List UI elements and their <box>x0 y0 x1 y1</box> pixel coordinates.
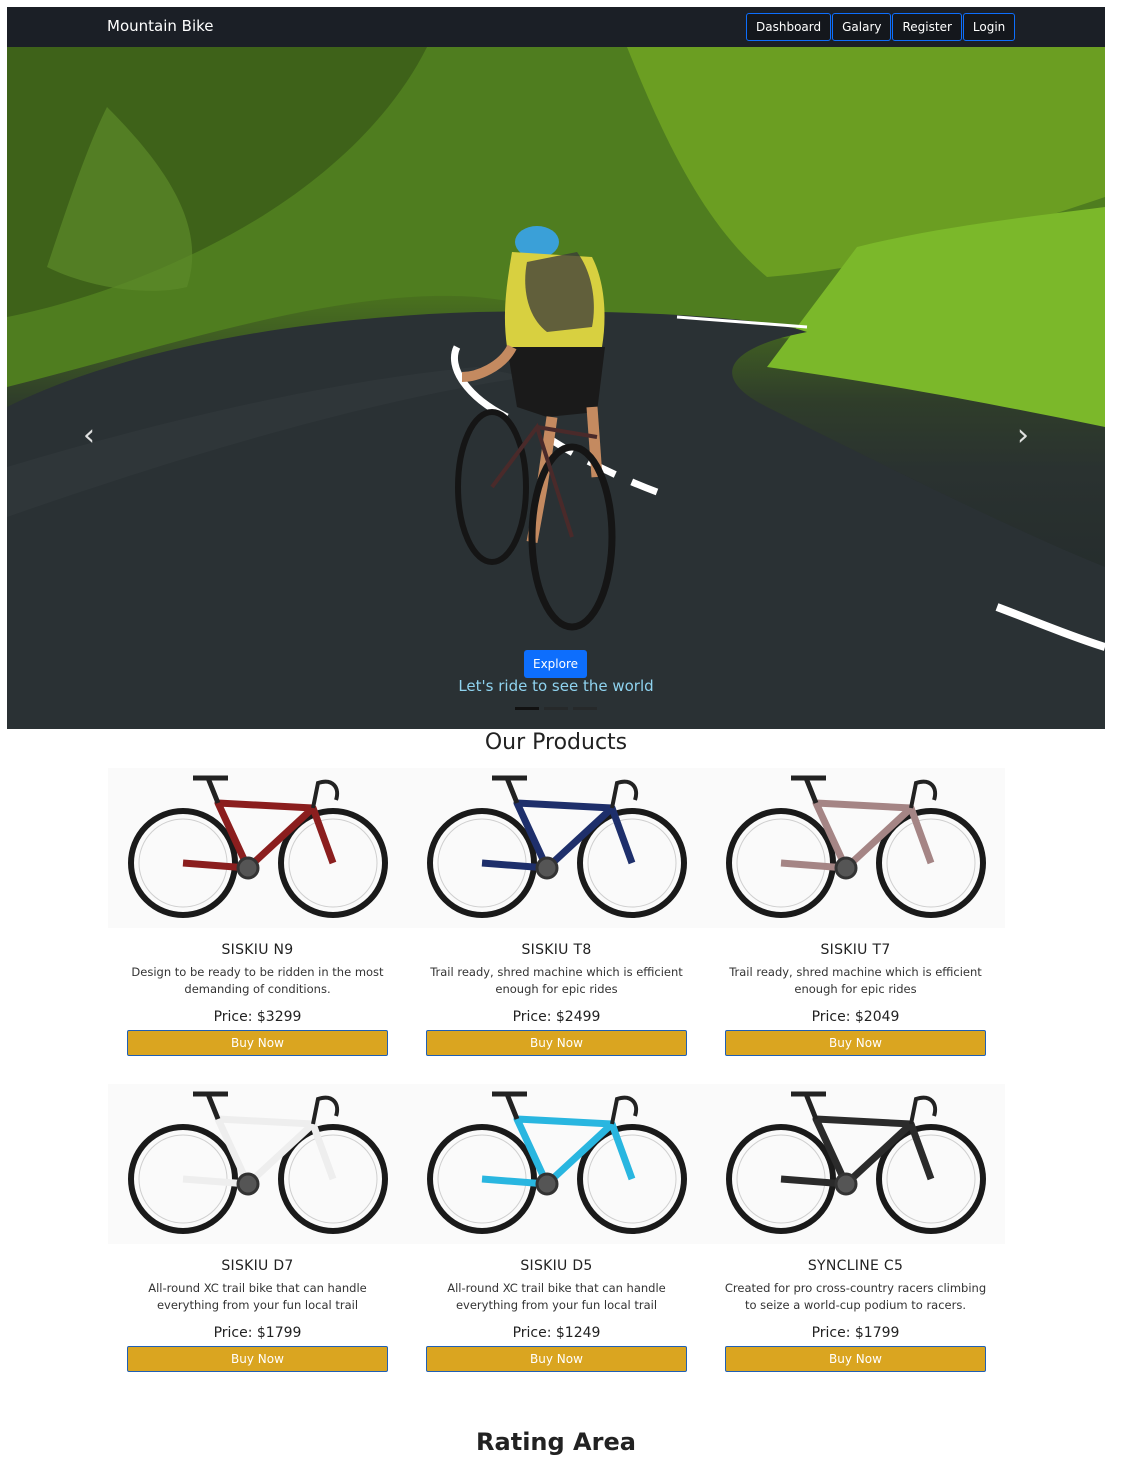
product-price: Price: $1799 <box>811 1325 900 1341</box>
buy-now-button[interactable]: Buy Now <box>127 1346 388 1372</box>
product-bike-image[interactable] <box>706 1084 1005 1244</box>
buy-now-button[interactable]: Buy Now <box>725 1346 986 1372</box>
buy-now-button[interactable]: Buy Now <box>426 1346 687 1372</box>
product-name: SISKIU N9 <box>221 942 294 958</box>
product-name: SISKIU D7 <box>221 1258 294 1274</box>
product-price: Price: $2049 <box>811 1009 900 1025</box>
product-card: SISKIU T8 Trail ready, shred machine whic… <box>407 768 706 1056</box>
buy-now-button[interactable]: Buy Now <box>127 1030 388 1056</box>
rating-section-title: Rating Area <box>476 1428 636 1456</box>
products-section-title: Our Products <box>484 730 628 755</box>
carousel-indicators <box>515 707 602 710</box>
chevron-left-icon: ‹ <box>83 417 95 453</box>
brand-logo-text[interactable]: Mountain Bike <box>107 17 214 35</box>
product-price: Price: $3299 <box>213 1009 302 1025</box>
product-description: All-round XC trail bike that can handle … <box>148 1281 367 1312</box>
carousel-next-button[interactable]: › <box>1009 417 1037 453</box>
product-price: Price: $2499 <box>512 1009 601 1025</box>
product-card: SISKIU D5 All-round XC trail bike that ca… <box>407 1084 706 1372</box>
nav-dashboard-button[interactable]: Dashboard <box>746 13 832 41</box>
product-price: Price: $1249 <box>512 1325 601 1341</box>
product-bike-image[interactable] <box>407 1084 706 1244</box>
nav-galary-button[interactable]: Galary <box>832 13 892 41</box>
product-name: SYNCLINE C5 <box>807 1258 904 1274</box>
buy-now-button[interactable]: Buy Now <box>426 1030 687 1056</box>
product-description: Design to be ready to be ridden in the m… <box>131 965 384 996</box>
carousel-indicator-3[interactable] <box>573 707 597 710</box>
carousel-prev-button[interactable]: ‹ <box>75 417 103 453</box>
product-bike-image[interactable] <box>108 768 407 928</box>
carousel-indicator-2[interactable] <box>544 707 568 710</box>
product-bike-image[interactable] <box>706 768 1005 928</box>
product-bike-image[interactable] <box>108 1084 407 1244</box>
product-card: SISKIU N9 Design to be ready to be ridden… <box>108 768 407 1056</box>
product-card: SISKIU D7 All-round XC trail bike that ca… <box>108 1084 407 1372</box>
product-price: Price: $1799 <box>213 1325 302 1341</box>
hero-image-cyclist-on-road <box>7 47 1105 729</box>
product-card: SISKIU T7 Trail ready, shred machine whic… <box>706 768 1005 1056</box>
product-card: SYNCLINE C5 Created for pro cross-country… <box>706 1084 1005 1372</box>
carousel-indicator-1[interactable] <box>515 707 539 710</box>
product-name: SISKIU T8 <box>521 942 592 958</box>
buy-now-button[interactable]: Buy Now <box>725 1030 986 1056</box>
product-description: Trail ready, shred machine which is effi… <box>729 965 982 996</box>
nav-links: Dashboard Galary Register Login <box>746 13 1016 41</box>
nav-login-button[interactable]: Login <box>962 13 1016 41</box>
product-name: SISKIU T7 <box>820 942 891 958</box>
product-bike-image[interactable] <box>407 768 706 928</box>
product-description: Trail ready, shred machine which is effi… <box>430 965 683 996</box>
hero-caption: Let's ride to see the world <box>458 677 654 695</box>
chevron-right-icon: › <box>1017 417 1029 453</box>
product-description: Created for pro cross-country racers cli… <box>724 1281 987 1312</box>
hero-carousel: ‹ › Explore Let's ride to see the world <box>7 47 1105 729</box>
explore-button[interactable]: Explore <box>524 650 587 678</box>
product-name: SISKIU D5 <box>520 1258 593 1274</box>
navbar: Mountain Bike Dashboard Galary Register … <box>7 7 1105 47</box>
product-description: All-round XC trail bike that can handle … <box>447 1281 666 1312</box>
nav-register-button[interactable]: Register <box>892 13 962 41</box>
